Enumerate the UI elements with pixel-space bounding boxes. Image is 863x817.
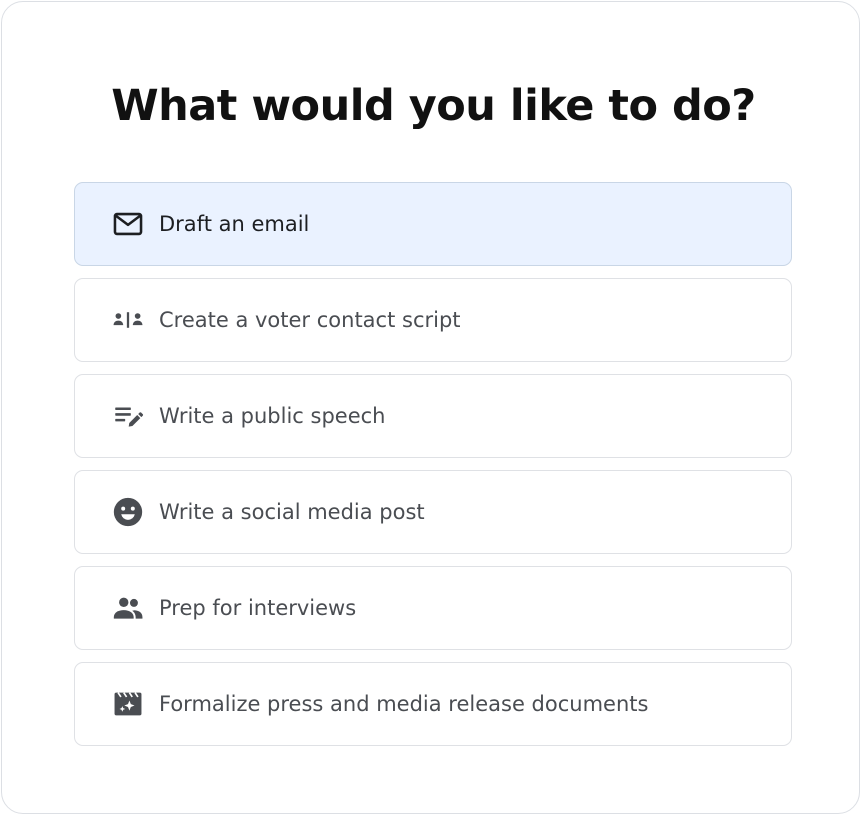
option-social-media-post[interactable]: Write a social media post [74,470,792,554]
option-draft-email[interactable]: Draft an email [74,182,792,266]
option-label: Write a public speech [159,404,386,428]
options-card: What would you like to do? Draft an emai… [1,1,860,814]
options-list: Draft an email Create a voter contact sc… [74,182,792,758]
option-label: Create a voter contact script [159,308,461,332]
option-prep-interviews[interactable]: Prep for interviews [74,566,792,650]
option-voter-contact-script[interactable]: Create a voter contact script [74,278,792,362]
contact-script-icon [111,303,145,337]
mail-icon [111,207,145,241]
option-label: Formalize press and media release docume… [159,692,649,716]
people-icon [111,591,145,625]
option-press-media-release[interactable]: Formalize press and media release docume… [74,662,792,746]
media-clapperboard-icon [111,687,145,721]
edit-notes-icon [111,399,145,433]
option-label: Draft an email [159,212,310,236]
option-label: Prep for interviews [159,596,357,620]
option-public-speech[interactable]: Write a public speech [74,374,792,458]
option-label: Write a social media post [159,500,425,524]
smiley-face-icon [111,495,145,529]
page-title: What would you like to do? [111,81,756,131]
